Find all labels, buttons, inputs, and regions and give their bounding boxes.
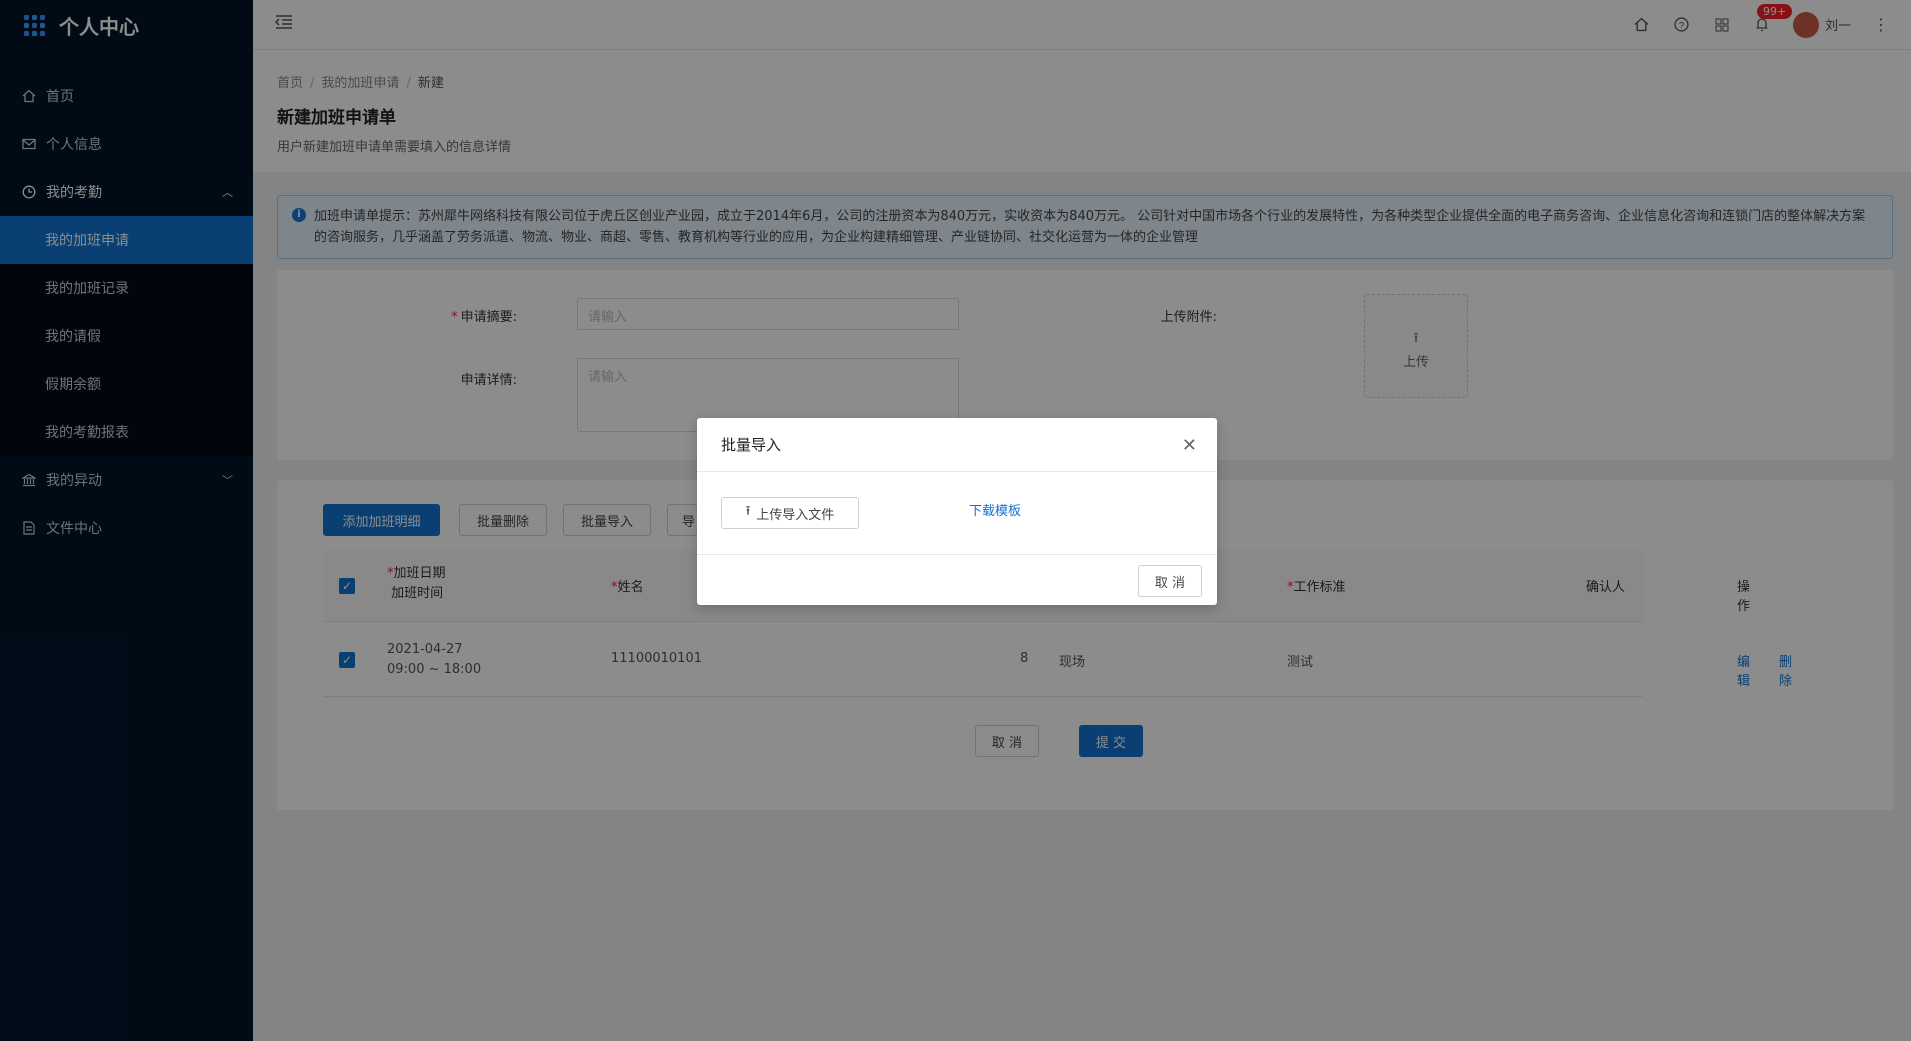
download-template-link[interactable]: 下载模板 xyxy=(969,500,1021,519)
upload-file-label: 上传导入文件 xyxy=(756,507,835,523)
modal-cancel-button[interactable]: 取 消 xyxy=(1138,565,1202,597)
modal-body: ⭱ 上传导入文件 下载模板 xyxy=(697,472,1217,554)
upload-icon: ⭱ xyxy=(745,504,751,519)
close-icon[interactable]: ✕ xyxy=(1182,435,1197,456)
modal-title: 批量导入 xyxy=(721,436,782,454)
upload-file-button[interactable]: ⭱ 上传导入文件 xyxy=(721,497,859,529)
modal-header: 批量导入 ✕ xyxy=(697,418,1217,472)
modal-footer: 取 消 xyxy=(697,554,1217,605)
batch-import-modal: 批量导入 ✕ ⭱ 上传导入文件 下载模板 取 消 xyxy=(697,418,1217,605)
